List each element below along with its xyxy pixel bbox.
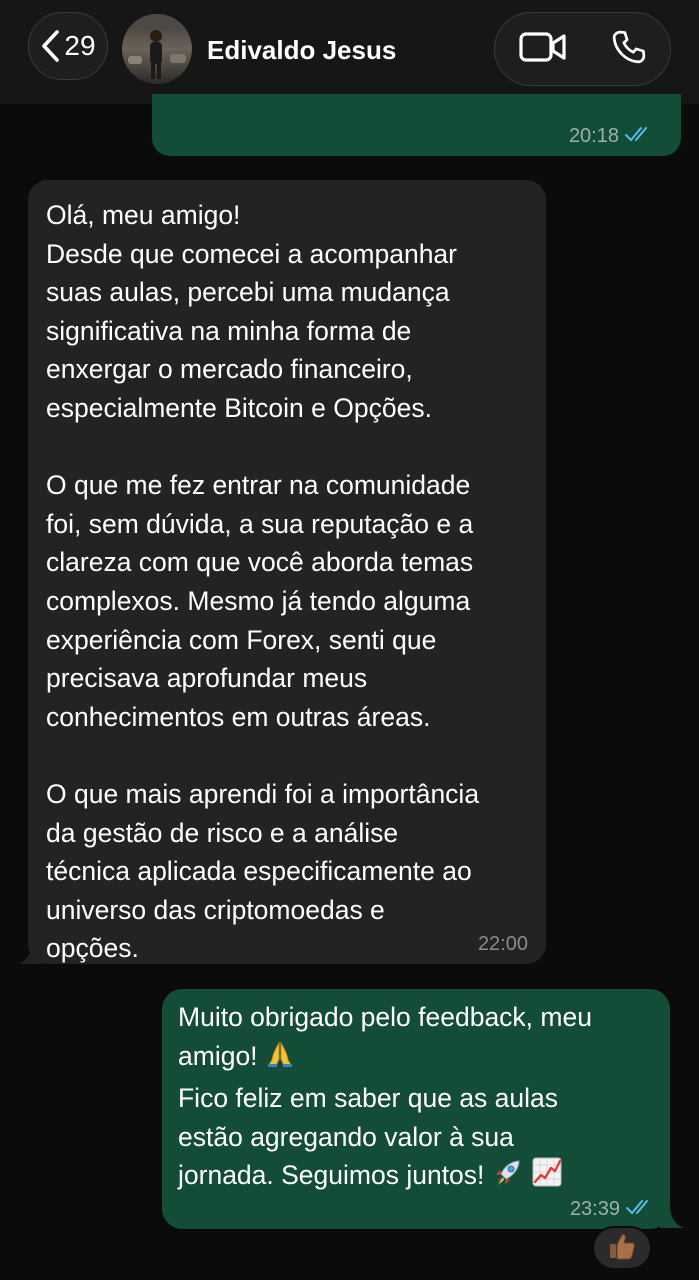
message-line: estão agregando valor à sua [178,1121,514,1152]
message-line: enxergar o mercado financeiro, [46,354,413,385]
message-line: Olá, meu amigo! [46,200,241,230]
folded-hands-emoji [265,1039,295,1080]
message-line-text: jornada. Seguimos juntos! [178,1160,485,1191]
message-line: O que me fez entrar na comunidade [46,470,471,501]
message-list[interactable]: 20:18 Olá, meu amigo! Desde que comecei … [0,94,699,1280]
message-line: amigo! [178,1037,664,1080]
thumbs-up-emoji [607,1231,637,1266]
message-reaction[interactable] [592,1226,652,1270]
message-line: especialmente Bitcoin e Opções. [46,392,432,423]
message-line: precisava aprofundar meus [46,663,368,694]
message-line: da gestão de risco e a análise [46,817,399,848]
message-time: 22:00 [477,933,528,955]
message-line: foi, sem dúvida, a sua reputação e a [46,508,474,539]
message-line: Desde que comecei a acompanhar [46,238,457,269]
unread-count: 29 [64,30,96,61]
chart-increasing-emoji [531,1156,563,1199]
message-text: Olá, meu amigo! Desde que comecei a acom… [46,196,536,968]
message-meta: 23:39 [570,1197,654,1221]
message-line: suas aulas, percebi uma mudança [46,277,450,308]
message-time: 20:18 [568,125,619,147]
video-camera-icon [519,31,567,68]
double-check-icon [625,125,653,148]
double-check-icon [626,1198,654,1221]
contact-name[interactable]: Edivaldo Jesus [207,34,396,66]
message-line: clareza com que você aborda temas [46,547,474,578]
message-line: conhecimentos em outras áreas. [46,701,431,732]
message-meta: 22:00 [478,932,528,956]
video-call-button[interactable] [507,13,579,85]
message-line: universo das criptomoedas e [46,894,385,925]
message-line: opções. [46,933,139,964]
message-line: experiência com Forex, senti que [46,624,437,655]
phone-icon [610,28,648,71]
message-time: 23:39 [569,1198,620,1220]
message-line: O que mais aprendi foi a importância [46,778,480,809]
message-line: Muito obrigado pelo feedback, meu [178,1002,592,1032]
message-bubble-outgoing[interactable]: 20:18 [152,94,681,156]
bubble-tail-incoming [18,940,42,964]
message-line: complexos. Mesmo já tendo alguma [46,585,471,616]
message-line: Fico feliz em saber que as aulas [178,1083,559,1114]
avatar[interactable] [122,14,192,84]
message-bubble-outgoing[interactable]: Muito obrigado pelo feedback, meu amigo!… [162,989,670,1229]
voice-call-button[interactable] [593,13,665,85]
rocket-emoji [492,1156,524,1199]
chevron-left-icon [40,29,62,63]
message-line: técnica aplicada especificamente ao [46,856,472,887]
message-bubble-incoming[interactable]: Olá, meu amigo! Desde que comecei a acom… [28,180,546,964]
message-text: Muito obrigado pelo feedback, meu amigo!… [178,998,664,1199]
message-line: jornada. Seguimos juntos! [178,1156,664,1199]
call-actions [494,12,671,86]
message-meta: 20:18 [569,124,653,148]
bubble-tail-outgoing [660,1204,684,1228]
chat-header: 29 Edivaldo Jesus [0,0,699,104]
message-line-text: amigo! [178,1040,258,1071]
back-button[interactable]: 29 [28,12,108,80]
message-line: significativa na minha forma de [46,315,412,346]
